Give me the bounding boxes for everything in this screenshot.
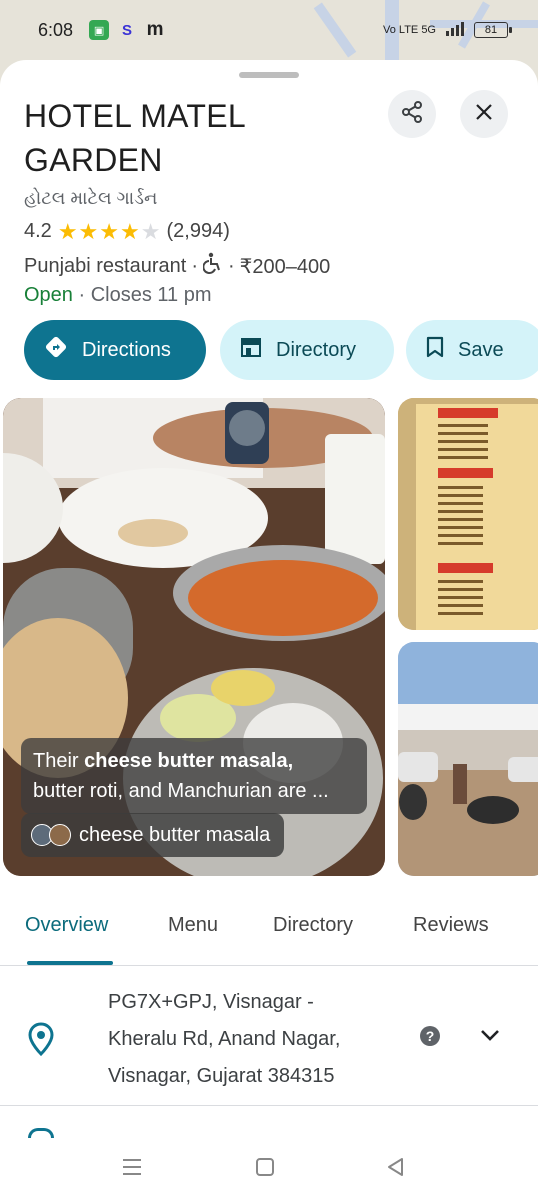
dish-tag-chip[interactable]: cheese butter masala [21, 813, 285, 857]
storefront-icon [240, 337, 262, 363]
app-notification-icon: ▣ [89, 20, 110, 40]
location-pin-icon [28, 1022, 54, 1061]
directory-label: Directory [276, 338, 357, 361]
avatar [49, 824, 71, 846]
share-icon [400, 100, 424, 129]
signal-icon [446, 21, 464, 39]
place-tabs: Overview Menu Directory Reviews [0, 906, 538, 966]
battery-icon: 81 [474, 22, 512, 38]
main-photo[interactable]: Their cheese butter masala, butter roti,… [3, 398, 385, 876]
place-category: Punjabi restaurant [24, 254, 187, 277]
open-status: Open [24, 284, 73, 306]
drag-handle[interactable] [239, 72, 299, 78]
reviewer-avatars [31, 824, 71, 846]
rating-value: 4.2 [24, 220, 52, 242]
directions-label: Directions [82, 338, 171, 361]
hotel-exterior-photo[interactable] [398, 642, 538, 876]
tab-menu[interactable]: Menu [168, 914, 218, 937]
help-icon[interactable]: ? [420, 1026, 440, 1046]
star-icon: ★ [99, 218, 120, 244]
separator-dot: · [228, 254, 235, 277]
network-indicator: Vo LTE 5G [383, 24, 436, 36]
system-nav-bar [0, 1150, 538, 1200]
active-tab-indicator [27, 961, 113, 965]
directions-button[interactable]: Directions [24, 320, 206, 380]
tab-directory[interactable]: Directory [273, 914, 353, 937]
save-label: Save [458, 338, 504, 361]
close-icon [474, 102, 494, 127]
star-icon: ★ [57, 218, 78, 244]
status-bar: 6:08 ▣ S m Vo LTE 5G 81 [0, 0, 538, 60]
address-line: Kheralu Rd, Anand Nagar, [108, 1028, 341, 1050]
closing-time: · Closes 11 pm [78, 284, 212, 306]
hours-row[interactable]: Open · Closes 11 pm [24, 284, 212, 307]
directory-button[interactable]: Directory [220, 320, 394, 380]
review-count: (2,994) [166, 220, 230, 242]
star-icon: ★ [120, 218, 140, 244]
price-range: ₹200–400 [239, 255, 331, 278]
bookmark-icon [426, 336, 444, 364]
caption-rest: butter roti, and Manchurian are ... [33, 780, 329, 802]
place-sheet: HOTEL MATEL GARDEN હોટલ માટેલ ગાર્ડન 4.2… [0, 60, 538, 1150]
directions-icon [44, 335, 68, 365]
address-row[interactable]: PG7X+GPJ, Visnagar - Kheralu Rd, Anand N… [0, 966, 538, 1106]
home-icon[interactable] [255, 1157, 275, 1182]
save-button[interactable]: Save [406, 320, 538, 380]
share-button[interactable] [388, 90, 436, 138]
rating-stars: ★ ★ ★ ★ ★ [57, 218, 161, 244]
category-row: Punjabi restaurant · · ₹200–400 [24, 252, 330, 280]
chevron-down-icon[interactable] [480, 1028, 500, 1047]
dish-tag-label: cheese butter masala [79, 823, 271, 846]
address-line: Visnagar, Gujarat 384315 [108, 1065, 335, 1087]
photo-caption[interactable]: Their cheese butter masala, butter roti,… [21, 738, 367, 814]
s-notification-icon: S [122, 21, 133, 39]
tab-reviews[interactable]: Reviews [413, 914, 489, 937]
status-time: 6:08 [38, 19, 74, 40]
place-title: HOTEL MATEL GARDEN [24, 98, 245, 178]
caption-highlight: cheese butter masala, [84, 750, 294, 772]
caption-prefix: Their [33, 750, 85, 772]
tab-overview[interactable]: Overview [25, 914, 108, 937]
place-alt-name: હોટલ માટેલ ગાર્ડન [24, 188, 158, 208]
wheelchair-icon [202, 252, 223, 280]
recent-apps-icon[interactable] [121, 1157, 143, 1182]
star-empty-icon: ★ [140, 218, 161, 244]
close-button[interactable] [460, 90, 508, 138]
address-text: PG7X+GPJ, Visnagar - Kheralu Rd, Anand N… [108, 984, 388, 1095]
separator-dot: · [191, 254, 198, 277]
menu-photo[interactable] [398, 398, 538, 630]
back-icon[interactable] [386, 1157, 406, 1182]
address-line: PG7X+GPJ, Visnagar - [108, 991, 314, 1013]
rating-row[interactable]: 4.2 ★ ★ ★ ★ ★ (2,994) [24, 220, 230, 243]
m-notification-icon: m [146, 19, 164, 40]
clock-icon [28, 1128, 54, 1138]
star-icon: ★ [78, 218, 99, 244]
